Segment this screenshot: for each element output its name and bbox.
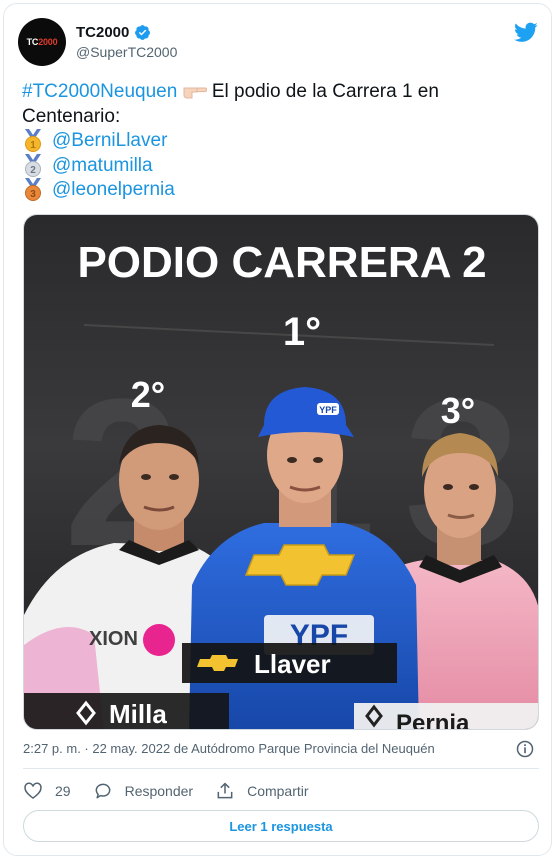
position-2-label: 2° [131,374,165,415]
medal-3-icon: 3 [25,178,41,202]
tweet-timestamp[interactable]: 2:27 p. m. · 22 may. 2022 de Autódromo P… [23,741,435,756]
medal-number: 3 [30,189,36,200]
like-count: 29 [55,783,71,799]
name-plate-third: Pernia [354,703,538,730]
medal-line-1: 1 @BerniLlaver [22,129,542,154]
medal-number: 1 [30,140,36,151]
tweet-header: TC2000 TC2000 @SuperTC2000 [18,18,538,68]
divider [23,768,539,769]
medal-2-icon: 2 [25,153,41,177]
name-plate-second: Milla [24,693,229,729]
tweet-actions: 29 Responder Compartir [23,780,331,802]
medal-line-2: 2 @matumilla [22,153,542,179]
mention-link-1[interactable]: @BerniLlaver [52,129,167,154]
medal-number: 2 [30,165,36,176]
medal-1-icon: 1 [25,129,41,153]
heart-icon [24,782,42,800]
user-handle[interactable]: @SuperTC2000 [76,44,177,60]
pointing-hand-icon [183,87,207,99]
read-replies-button[interactable]: Leer 1 respuesta [23,810,539,842]
cap-sponsor-text: YPF [319,405,337,415]
tweet-card: TC2000 TC2000 @SuperTC2000 #TC2000Neuque… [3,3,552,856]
read-replies-label: Leer 1 respuesta [229,818,333,834]
mention-link-3[interactable]: @leonelpernia [52,178,175,203]
driver-name-first: Llaver [254,649,331,679]
driver-name-second: Milla [109,699,167,729]
display-name[interactable]: TC2000 [76,24,129,41]
name-plate-first: Llaver [182,643,397,683]
driver-name-third: Pernia [396,710,470,730]
share-icon [217,782,233,799]
media-headline: PODIO CARRERA 2 [77,238,486,287]
medal-line-3: 3 @leonelpernia [22,178,542,203]
reply-icon [95,783,110,799]
info-icon[interactable] [515,739,535,759]
podium-graphic: 2 1 3 PODIO CARRERA 2 1° 2° 3° XION [24,215,538,730]
reply-button[interactable]: Responder [93,781,194,801]
position-1-label: 1° [283,310,321,354]
like-button[interactable]: 29 [23,781,71,801]
verified-badge-icon [135,25,151,40]
tweet-media-image[interactable]: 2 1 3 PODIO CARRERA 2 1° 2° 3° XION [23,214,539,730]
tweet-meta: 2:27 p. m. · 22 may. 2022 de Autódromo P… [23,739,539,759]
tweet-text: #TC2000Neuquen El podio de la Carrera 1 … [22,80,542,203]
avatar-logo: TC2000 [26,37,58,47]
share-label: Compartir [247,783,309,799]
svg-text:XION: XION [89,628,138,650]
twitter-bird-icon[interactable] [514,20,538,44]
reply-label: Responder [124,783,194,799]
share-button[interactable]: Compartir [215,781,309,801]
hashtag-link[interactable]: #TC2000Neuquen [22,81,177,102]
user-info: TC2000 @SuperTC2000 [76,24,177,60]
position-3-label: 3° [441,390,475,431]
mention-link-2[interactable]: @matumilla [52,154,153,179]
avatar[interactable]: TC2000 [18,18,66,66]
